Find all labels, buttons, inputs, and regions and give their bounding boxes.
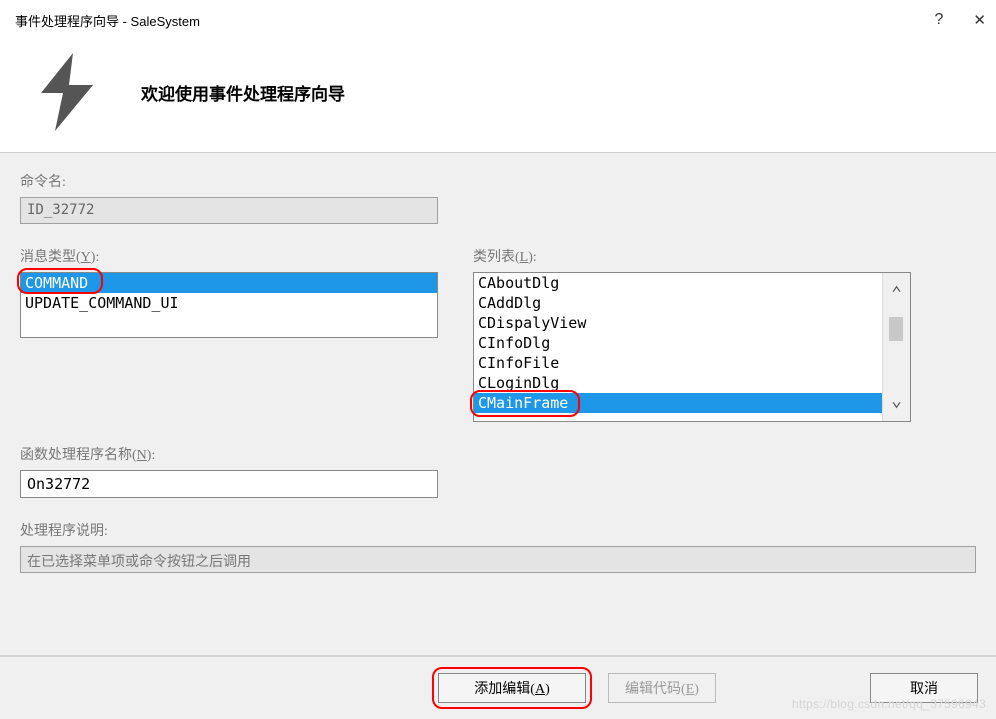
header-panel: 欢迎使用事件处理程序向导 [0, 40, 996, 153]
scrollbar[interactable]: ⌃ ⌄ [882, 273, 910, 421]
list-item[interactable]: CDispalyView [474, 313, 910, 333]
list-item[interactable]: CInfoDlg [474, 333, 910, 353]
handler-desc-section: 处理程序说明: 在已选择菜单项或命令按钮之后调用 [20, 520, 976, 573]
class-list-listbox[interactable]: CAboutDlg CAddDlg CDispalyView CInfoDlg … [473, 272, 911, 422]
list-item[interactable]: UPDATE_COMMAND_UI [21, 293, 437, 313]
class-list-col: 类列表(L): CAboutDlg CAddDlg CDispalyView C… [473, 246, 911, 422]
wizard-bolt-icon [25, 52, 111, 132]
window-title: 事件处理程序向导 - SaleSystem [15, 11, 200, 30]
window-controls: ? ✕ [935, 11, 986, 29]
message-type-label: 消息类型(Y): [20, 246, 438, 266]
handler-desc-field: 在已选择菜单项或命令按钮之后调用 [20, 546, 976, 573]
middle-columns: 消息类型(Y): COMMAND UPDATE_COMMAND_UI 类列表(L… [20, 246, 976, 422]
list-item[interactable]: CAddDlg [474, 293, 910, 313]
wizard-content: 命令名: ID_32772 消息类型(Y): COMMAND UPDATE_CO… [0, 153, 996, 593]
handler-name-input[interactable] [20, 470, 438, 498]
handler-name-section: 函数处理程序名称(N): [20, 444, 976, 498]
edit-code-button: 编辑代码(E) [608, 673, 716, 703]
class-list-label: 类列表(L): [473, 246, 911, 266]
scroll-thumb[interactable] [889, 317, 903, 341]
scroll-up-icon[interactable]: ⌃ [891, 283, 902, 304]
scroll-down-icon[interactable]: ⌄ [891, 390, 902, 411]
command-name-field: ID_32772 [20, 197, 438, 224]
titlebar: 事件处理程序向导 - SaleSystem ? ✕ [0, 0, 996, 40]
handler-name-label: 函数处理程序名称(N): [20, 444, 976, 464]
watermark: https://blog.csdn.net/qq_37596943 [792, 697, 986, 711]
help-icon[interactable]: ? [935, 11, 944, 29]
message-type-listbox[interactable]: COMMAND UPDATE_COMMAND_UI [20, 272, 438, 338]
list-item[interactable]: CLoginDlg [474, 373, 910, 393]
list-item[interactable]: CInfoFile [474, 353, 910, 373]
list-item[interactable]: CMainFrame [474, 393, 882, 413]
wizard-title: 欢迎使用事件处理程序向导 [141, 80, 345, 105]
command-name-label: 命令名: [20, 171, 976, 191]
list-item[interactable]: COMMAND [21, 273, 437, 293]
list-item[interactable]: CAboutDlg [474, 273, 910, 293]
close-icon[interactable]: ✕ [973, 11, 986, 29]
add-edit-button[interactable]: 添加编辑(A) [438, 673, 586, 703]
message-type-col: 消息类型(Y): COMMAND UPDATE_COMMAND_UI [20, 246, 438, 422]
handler-desc-label: 处理程序说明: [20, 520, 976, 540]
